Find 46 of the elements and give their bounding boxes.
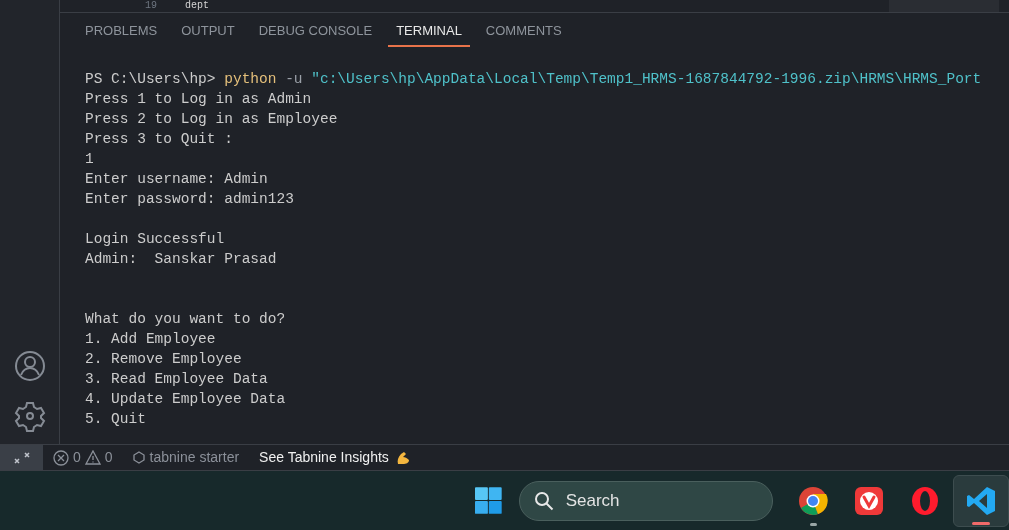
warning-icon: [84, 450, 101, 465]
search-field[interactable]: Search: [518, 480, 773, 521]
terminal-text: 1. Add Employee: [85, 331, 216, 347]
terminal-text: Press 1 to Log in as Admin: [85, 91, 312, 107]
terminal-text: PS C:\Users\hp>: [85, 71, 217, 87]
terminal-text: 2. Remove Employee: [85, 351, 242, 367]
terminal-text: Admin: Sanskar Prasad: [85, 251, 277, 267]
vivaldi-icon: [855, 486, 883, 515]
warning-count: 0: [104, 448, 113, 467]
terminal-text: 5. Quit: [85, 411, 146, 427]
line-number: 19: [145, 0, 158, 12]
terminal-command-text: python: [224, 71, 277, 87]
problems-button[interactable]: 0 0: [53, 447, 113, 468]
hexagon-icon: [132, 451, 145, 464]
terminal-text: What do you want to do?: [85, 311, 286, 327]
terminal-text: Enter password: admin123: [85, 191, 294, 207]
terminal-text: Press 3 to Quit :: [85, 131, 233, 147]
code-line: dept: [185, 0, 209, 12]
panel-tab[interactable]: DEBUG CONSOLE: [250, 13, 381, 47]
extension-label: tabnine starter: [149, 448, 240, 467]
panel-tab[interactable]: TERMINAL: [388, 13, 470, 47]
account-icon[interactable]: [13, 350, 46, 382]
terminal-string-text: "c:\Users\hp\AppData\Local\Temp\Temp1_HRMS-1687844792-1996.zip\HRMS\HRMS_Port: [311, 71, 982, 87]
chrome-icon: [798, 485, 828, 516]
terminal-text: Login Successful: [85, 231, 225, 247]
terminal-text: 1: [85, 151, 94, 167]
panel-tab[interactable]: COMMENTS: [477, 13, 570, 47]
search-placeholder: Search: [565, 489, 620, 512]
terminal-text: Enter username: Admin: [85, 171, 268, 187]
extension-button[interactable]: tabnine starter: [132, 447, 240, 468]
terminal-flag-text: -u: [284, 71, 304, 87]
terminal-text: Press 2 to Log in as Employee: [85, 111, 338, 127]
terminal-text: 3. Read Employee Data: [85, 371, 268, 387]
settings-icon[interactable]: [13, 400, 46, 432]
panel-tab[interactable]: OUTPUT: [173, 13, 243, 47]
search-icon: [533, 490, 554, 511]
insights-button[interactable]: See Tabnine Insights: [259, 447, 411, 468]
start-icon[interactable]: [475, 486, 502, 515]
error-icon: [53, 449, 69, 466]
error-count: 0: [73, 448, 81, 467]
opera-icon: [911, 486, 939, 515]
panel-tab[interactable]: PROBLEMS: [77, 13, 166, 47]
taskbar-app[interactable]: [953, 474, 1009, 527]
insights-link: See Tabnine Insights: [259, 448, 389, 467]
vscode-icon: [966, 485, 996, 516]
terminal-text: 4. Update Employee Data: [85, 391, 286, 407]
